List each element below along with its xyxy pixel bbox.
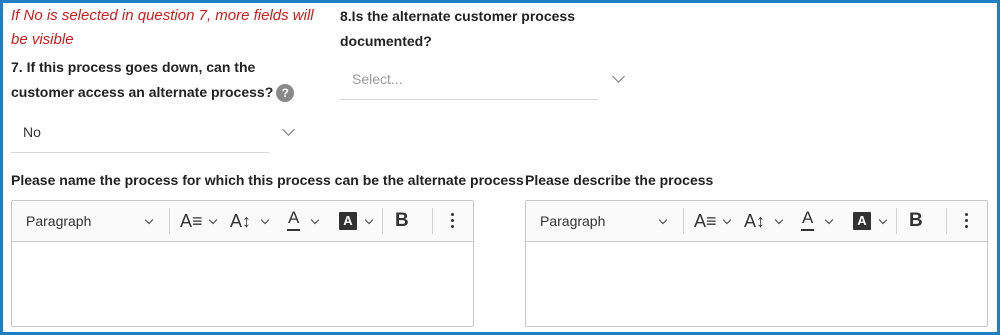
- chevron-down-icon[interactable]: [774, 215, 784, 225]
- describe-process-editor: Paragraph A≡ A↕ A A B: [525, 200, 988, 327]
- chevron-down-icon[interactable]: [364, 215, 374, 225]
- q8-select-placeholder: Select...: [352, 71, 403, 87]
- paragraph-style-dropdown[interactable]: Paragraph: [540, 201, 605, 241]
- toolbar-divider: [946, 208, 947, 234]
- conditional-note: If No is selected in question 7, more fi…: [11, 7, 314, 48]
- q7-label: 7. If this process goes down, can the cu…: [11, 55, 311, 105]
- chevron-down-icon[interactable]: [824, 215, 834, 225]
- toolbar-divider: [382, 208, 383, 234]
- line-height-icon[interactable]: A↕: [744, 201, 765, 241]
- font-color-icon[interactable]: A: [800, 209, 815, 231]
- editor-toolbar: Paragraph A≡ A↕ A A B: [12, 201, 473, 242]
- chevron-down-icon[interactable]: [260, 215, 270, 225]
- toolbar-divider: [896, 208, 897, 234]
- toolbar-divider: [683, 208, 684, 234]
- chevron-down-icon[interactable]: [658, 215, 668, 225]
- q8-select[interactable]: Select...: [340, 59, 598, 100]
- line-height-icon[interactable]: A↕: [230, 201, 251, 241]
- font-size-icon[interactable]: A≡: [694, 201, 717, 241]
- toolbar-divider: [432, 208, 433, 234]
- help-icon[interactable]: ?: [276, 84, 295, 103]
- q7-select[interactable]: No: [11, 112, 269, 153]
- toolbar-divider: [169, 208, 170, 234]
- highlight-color-icon[interactable]: A: [339, 212, 357, 230]
- alternate-process-name-label: Please name the process for which this p…: [11, 172, 524, 188]
- editor-text-area[interactable]: [526, 242, 987, 326]
- q7-select-value: No: [23, 124, 41, 140]
- describe-process-label: Please describe the process: [525, 172, 714, 188]
- editor-toolbar: Paragraph A≡ A↕ A A B: [526, 201, 987, 242]
- more-options-icon[interactable]: [965, 213, 969, 231]
- chevron-down-icon[interactable]: [878, 215, 888, 225]
- chevron-down-icon[interactable]: [722, 215, 732, 225]
- font-color-icon[interactable]: A: [286, 209, 301, 231]
- chevron-down-icon[interactable]: [310, 215, 320, 225]
- font-size-icon[interactable]: A≡: [180, 201, 203, 241]
- highlight-color-icon[interactable]: A: [853, 212, 871, 230]
- paragraph-style-dropdown[interactable]: Paragraph: [26, 201, 91, 241]
- q7-label-text: 7. If this process goes down, can the cu…: [11, 59, 274, 100]
- chevron-down-icon[interactable]: [144, 215, 154, 225]
- editor-text-area[interactable]: [12, 242, 473, 326]
- q8-label: 8.Is the alternate customer process docu…: [340, 8, 575, 49]
- bold-button[interactable]: B: [395, 201, 409, 241]
- chevron-down-icon[interactable]: [208, 215, 218, 225]
- alternate-process-name-editor: Paragraph A≡ A↕ A A B: [11, 200, 474, 327]
- bold-button[interactable]: B: [909, 201, 923, 241]
- more-options-icon[interactable]: [451, 213, 455, 231]
